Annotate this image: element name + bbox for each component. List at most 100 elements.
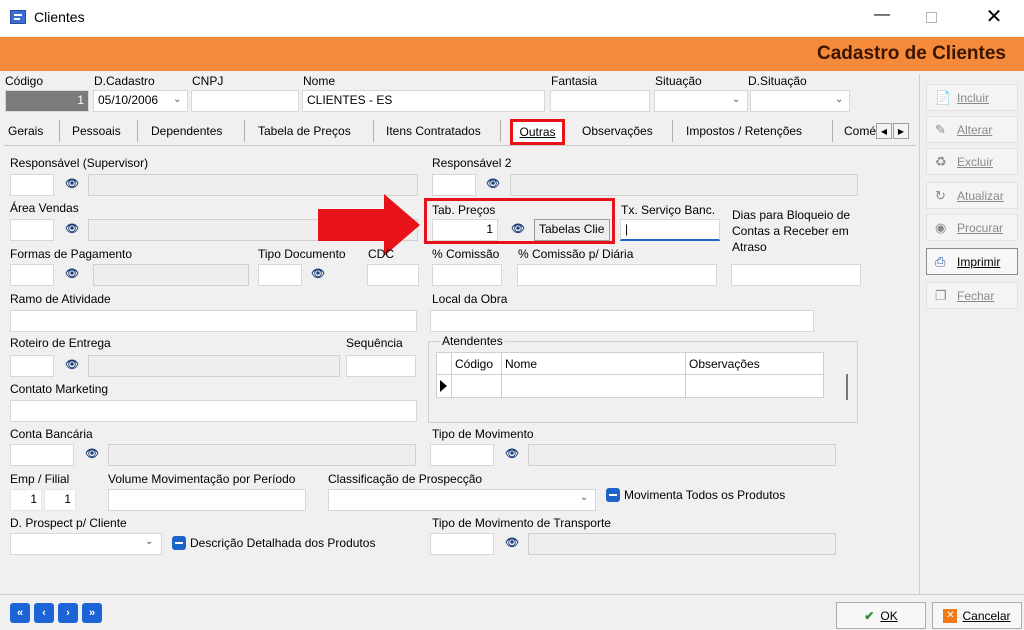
tab-scroll-right-icon[interactable]: ▶ xyxy=(893,123,909,139)
tab-pessoais[interactable]: Pessoais xyxy=(72,118,121,145)
excluir-button[interactable]: ♻ Excluir xyxy=(926,148,1018,175)
incluir-button[interactable]: 📄 Incluir xyxy=(926,84,1018,111)
row-pointer-icon xyxy=(440,380,447,392)
cdc-field[interactable] xyxy=(367,264,419,286)
chevron-down-icon[interactable]: ⌄ xyxy=(580,492,588,503)
nome-field[interactable]: CLIENTES - ES xyxy=(302,90,545,112)
binoculars-icon[interactable]: 👁 xyxy=(503,447,521,460)
tipo-movimento-code[interactable] xyxy=(430,444,494,466)
atendentes-scrollbar[interactable] xyxy=(846,374,848,400)
binoculars-icon[interactable]: 👁 xyxy=(484,177,502,190)
last-record-button[interactable]: » xyxy=(82,603,102,623)
ramo-atividade-field[interactable] xyxy=(10,310,417,332)
tab-dependentes[interactable]: Dependentes xyxy=(151,118,222,145)
ok-label: OK xyxy=(880,608,898,623)
volume-mov-label: Volume Movimentação por Período xyxy=(108,472,296,486)
emp-field[interactable]: 1 xyxy=(10,489,42,511)
binoculars-icon: ◉ xyxy=(935,219,947,235)
responsavel-supervisor-code[interactable] xyxy=(10,174,54,196)
col-nome[interactable]: Nome xyxy=(505,357,537,371)
dias-bloqueio-field[interactable] xyxy=(731,264,861,286)
tab-scroll-left-icon[interactable]: ◀ xyxy=(876,123,892,139)
binoculars-icon[interactable]: 👁 xyxy=(503,536,521,549)
tab-impostos-retencoes[interactable]: Impostos / Retenções xyxy=(686,118,802,145)
tab-comercial[interactable]: Comé xyxy=(844,118,876,145)
imprimir-button[interactable]: ⎙ Imprimir xyxy=(926,248,1018,275)
movimenta-todos-checkbox[interactable] xyxy=(606,488,620,502)
col-codigo[interactable]: Código xyxy=(455,357,493,371)
tab-precos-code[interactable]: 1 xyxy=(432,219,498,241)
fantasia-field[interactable] xyxy=(550,90,650,112)
minimize-icon[interactable]: — xyxy=(870,6,894,30)
tipo-documento-code[interactable] xyxy=(258,264,302,286)
chevron-down-icon[interactable]: ⌄ xyxy=(835,94,843,105)
close-icon[interactable]: ✕ xyxy=(982,4,1006,28)
side-panel-divider xyxy=(919,74,920,594)
formas-pagamento-code[interactable] xyxy=(10,264,54,286)
tipo-mov-transporte-code[interactable] xyxy=(430,533,494,555)
tab-outras-label: Outras xyxy=(519,125,556,139)
conta-bancaria-label: Conta Bancária xyxy=(10,427,93,441)
cancel-icon: ✕ xyxy=(943,608,958,623)
classificacao-field[interactable] xyxy=(328,489,596,511)
volume-mov-field[interactable] xyxy=(108,489,306,511)
atualizar-button[interactable]: ↻ Atualizar xyxy=(926,182,1018,209)
binoculars-icon[interactable]: 👁 xyxy=(63,267,81,280)
title-bar: Clientes — ✕ xyxy=(0,0,1024,36)
tab-itens-contratados[interactable]: Itens Contratados xyxy=(386,118,481,145)
tipo-movimento-label: Tipo de Movimento xyxy=(432,427,534,441)
tab-gerais[interactable]: Gerais xyxy=(8,118,43,145)
responsavel2-code[interactable] xyxy=(432,174,476,196)
tx-servico-field[interactable]: | xyxy=(620,219,720,241)
binoculars-icon[interactable]: 👁 xyxy=(63,177,81,190)
cancel-button[interactable]: ✕ Cancelar xyxy=(932,602,1022,629)
binoculars-icon[interactable]: 👁 xyxy=(309,267,327,280)
tab-outras[interactable]: Outras xyxy=(510,119,565,145)
binoculars-icon[interactable]: 👁 xyxy=(63,358,81,371)
roteiro-entrega-code[interactable] xyxy=(10,355,54,377)
procurar-button[interactable]: ◉ Procurar xyxy=(926,214,1018,241)
binoculars-icon[interactable]: 👁 xyxy=(63,222,81,235)
binoculars-icon[interactable]: 👁 xyxy=(83,447,101,460)
tab-precos-desc: Tabelas Clie xyxy=(534,219,610,241)
descricao-detalhada-checkbox[interactable] xyxy=(172,536,186,550)
contato-marketing-label: Contato Marketing xyxy=(10,382,109,396)
ok-button[interactable]: ✔ OK xyxy=(836,602,926,629)
tab-tabela-precos[interactable]: Tabela de Preços xyxy=(258,118,351,145)
filial-field[interactable]: 1 xyxy=(44,489,76,511)
local-obra-label: Local da Obra xyxy=(432,292,508,306)
sequencia-field[interactable] xyxy=(346,355,416,377)
emp-filial-label: Emp / Filial xyxy=(10,472,70,486)
d-prospect-field[interactable] xyxy=(10,533,162,555)
area-vendas-code[interactable] xyxy=(10,219,54,241)
chevron-down-icon[interactable]: ⌄ xyxy=(173,94,181,105)
d-prospect-label: D. Prospect p/ Cliente xyxy=(10,516,127,530)
trash-icon: ♻ xyxy=(935,153,947,169)
chevron-down-icon[interactable]: ⌄ xyxy=(732,94,740,105)
next-record-button[interactable]: › xyxy=(58,603,78,623)
local-obra-field[interactable] xyxy=(430,310,814,332)
comissao-field[interactable] xyxy=(432,264,502,286)
fechar-button[interactable]: ❐ Fechar xyxy=(926,282,1018,309)
alterar-button[interactable]: ✎ Alterar xyxy=(926,116,1018,143)
prev-record-button[interactable]: ‹ xyxy=(34,603,54,623)
chevron-down-icon[interactable]: ⌄ xyxy=(145,536,153,547)
binoculars-icon[interactable]: 👁 xyxy=(509,222,527,235)
check-icon: ✔ xyxy=(864,608,875,623)
document-icon: 📄 xyxy=(935,89,952,105)
first-record-button[interactable]: « xyxy=(10,603,30,623)
tipo-documento-label: Tipo Documento xyxy=(258,247,346,261)
col-observacoes[interactable]: Observações xyxy=(689,357,760,371)
conta-bancaria-code[interactable] xyxy=(10,444,74,466)
ramo-atividade-label: Ramo de Atividade xyxy=(10,292,111,306)
atendentes-grid[interactable]: Código Nome Observações xyxy=(436,352,825,399)
contato-marketing-field[interactable] xyxy=(10,400,417,422)
maximize-icon[interactable] xyxy=(926,12,937,23)
codigo-field[interactable]: 1 xyxy=(5,90,89,112)
tab-observacoes[interactable]: Observações xyxy=(582,118,653,145)
cnpj-field[interactable] xyxy=(191,90,299,112)
printer-icon: ⎙ xyxy=(935,253,946,269)
comissao-diaria-field[interactable] xyxy=(517,264,717,286)
tipo-movimento-desc xyxy=(528,444,836,466)
pencil-icon: ✎ xyxy=(935,121,946,137)
